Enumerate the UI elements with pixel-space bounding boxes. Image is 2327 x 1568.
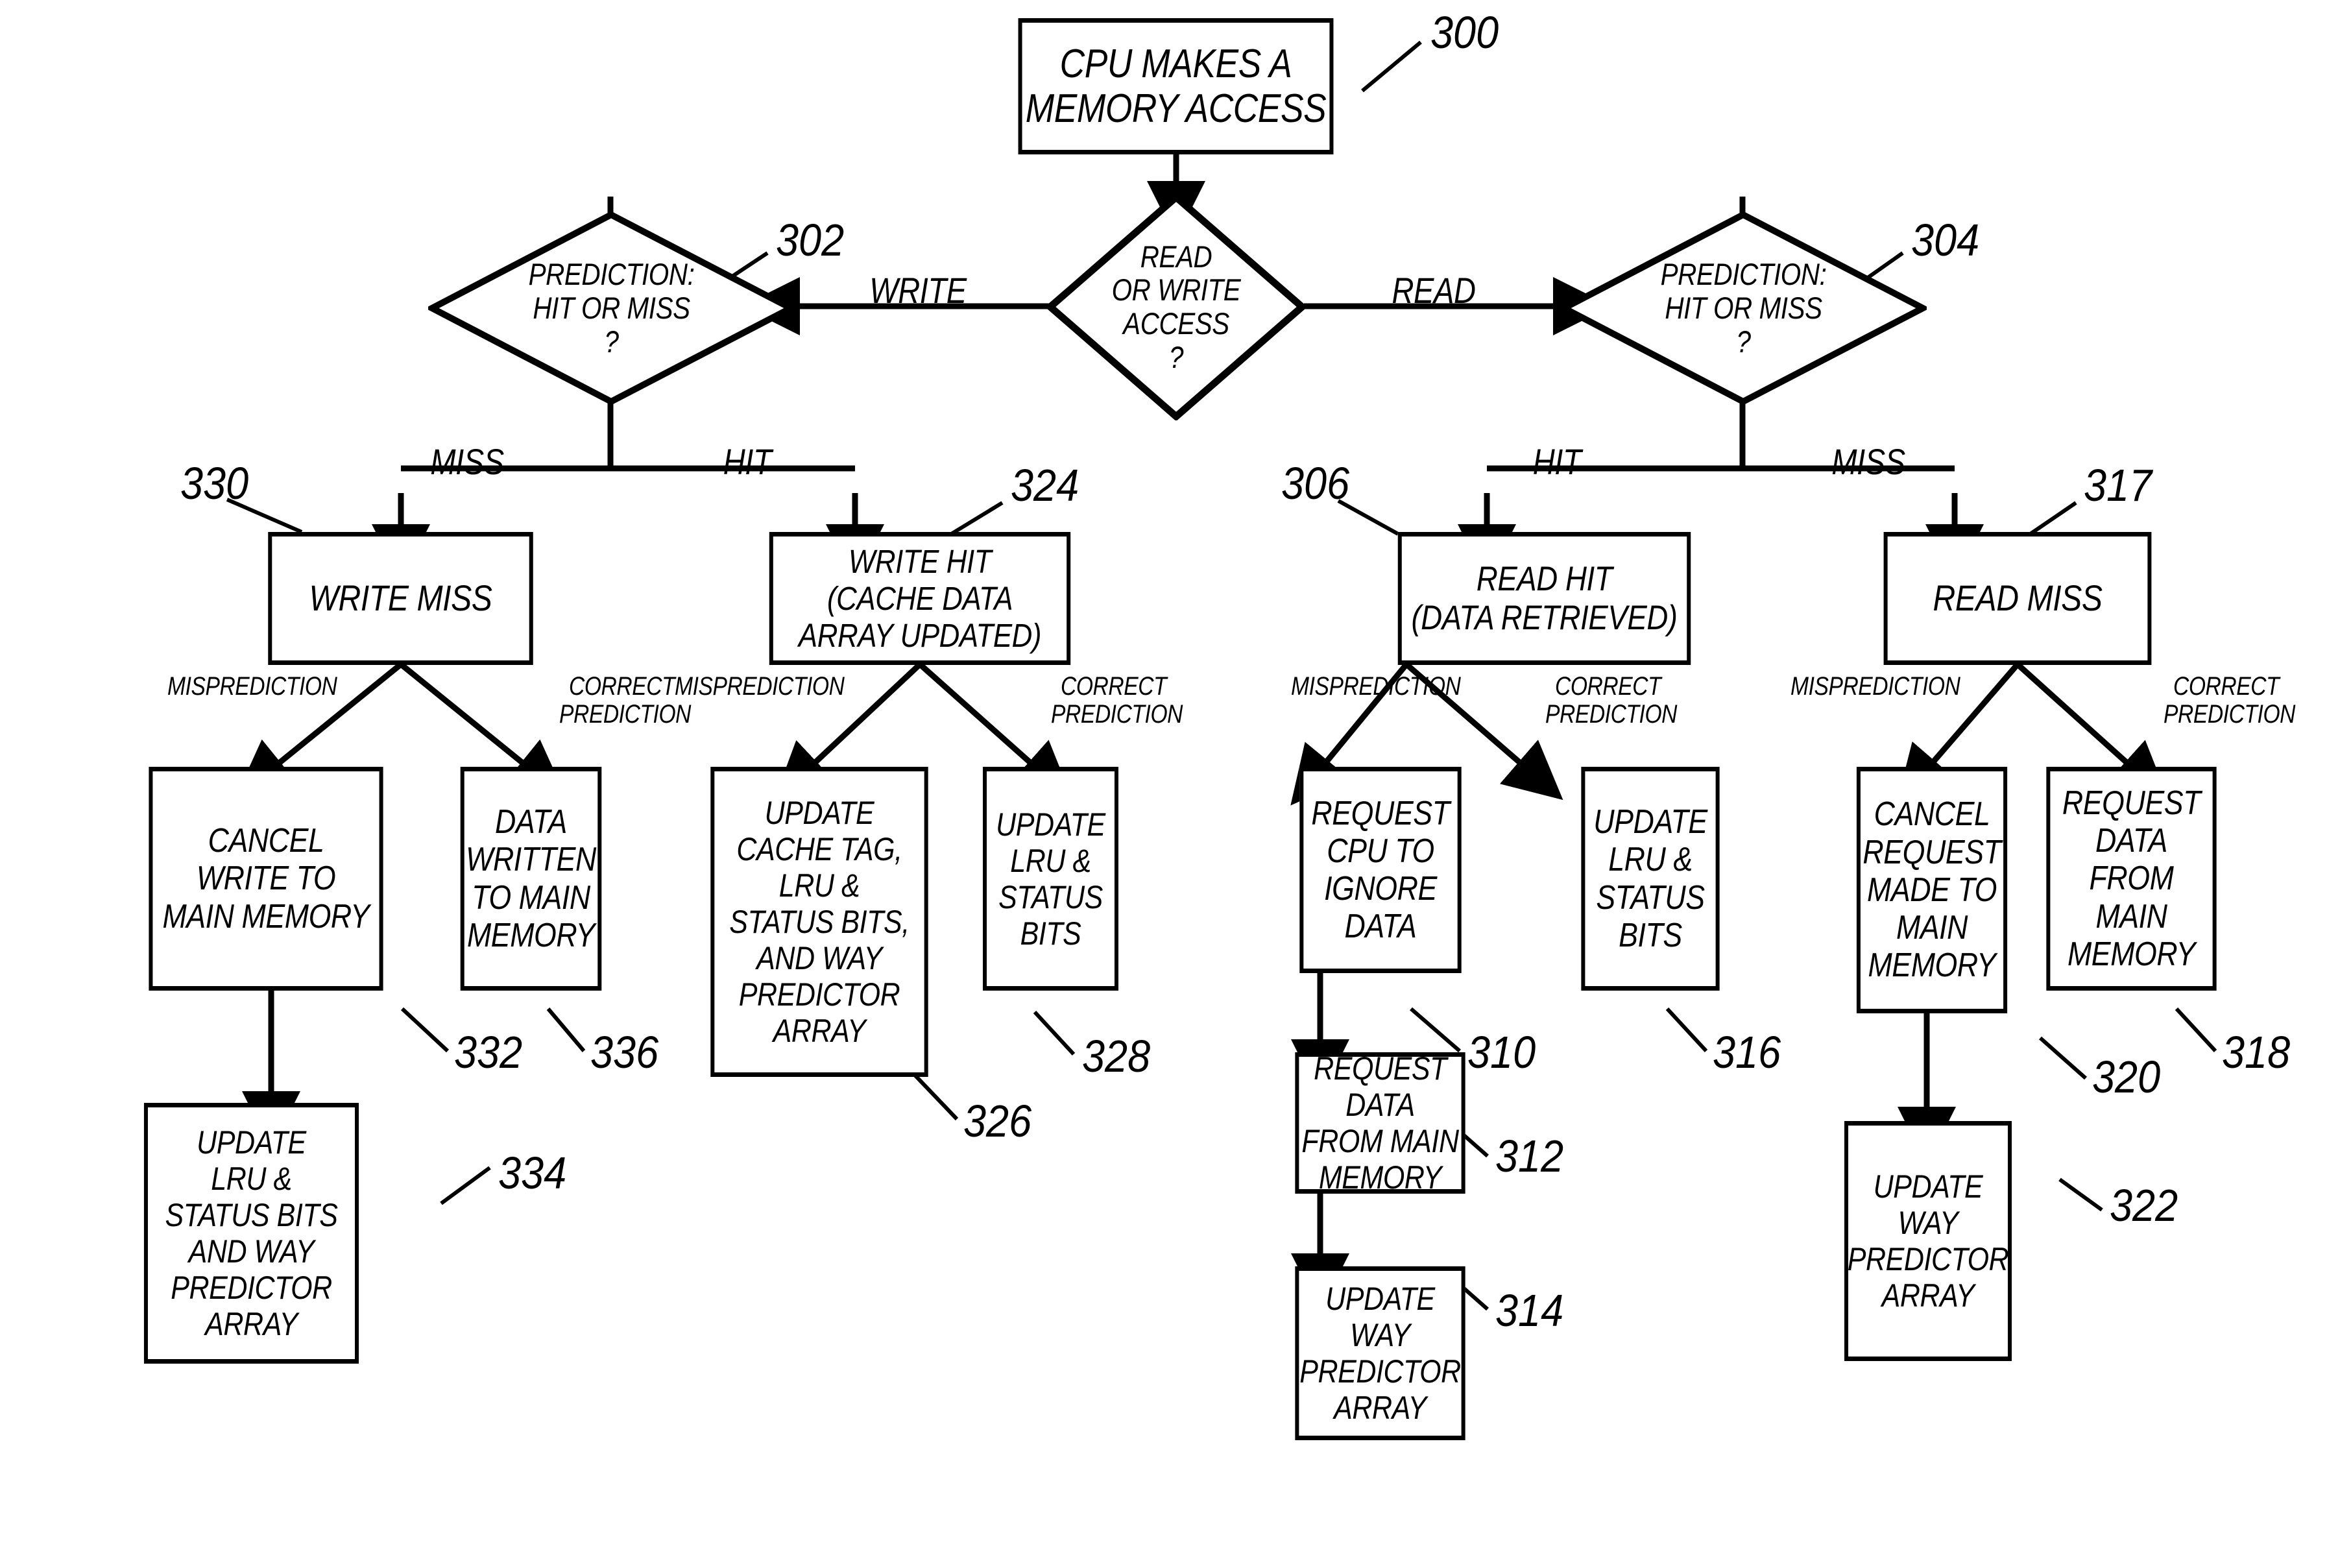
edge-label-read: READ: [1392, 270, 1476, 311]
ref-number-322: 322: [2110, 1180, 2178, 1231]
node-310-request-cpu-to-ignore-data: REQUEST CPU TO IGNORE DATA: [1299, 767, 1462, 973]
edge-label-misprediction-read-hit: MISPREDICTION: [1291, 672, 1461, 701]
ref-number-330: 330: [180, 458, 249, 509]
node-317-read-miss: READ MISS: [1883, 532, 2152, 665]
node-336-data-written-to-main-memory: DATA WRITTEN TO MAIN MEMORY: [460, 767, 602, 991]
edge-label-correct-prediction-read-miss: CORRECT PREDICTION: [2164, 672, 2296, 729]
ref-number-334: 334: [498, 1148, 567, 1198]
edge-label-hit-write-branch: HIT: [723, 441, 772, 482]
node-300-cpu-makes-memory-access: CPU MAKES A MEMORY ACCESS: [1018, 18, 1334, 154]
node-322-update-way-predictor-array-read-miss: UPDATE WAY PREDICTOR ARRAY: [1844, 1121, 2012, 1361]
edge-label-write: WRITE: [869, 270, 967, 311]
ref-number-310: 310: [1467, 1027, 1536, 1078]
node-314-update-way-predictor-array-read: UPDATE WAY PREDICTOR ARRAY: [1295, 1266, 1465, 1440]
node-312-request-data-from-main-memory-read: REQUEST DATA FROM MAIN MEMORY: [1295, 1050, 1465, 1196]
ref-number-300: 300: [1430, 7, 1499, 58]
ref-number-332: 332: [454, 1027, 523, 1078]
node-326-update-cache-tag-lru-status-way-predictor: UPDATE CACHE TAG, LRU & STATUS BITS, AND…: [710, 767, 928, 1077]
node-324-write-hit: WRITE HIT (CACHE DATA ARRAY UPDATED): [769, 532, 1071, 665]
node-318-request-data-from-main-memory: REQUEST DATA FROM MAIN MEMORY: [2046, 767, 2217, 991]
ref-number-336: 336: [590, 1027, 659, 1078]
ref-number-320: 320: [2092, 1052, 2161, 1102]
ref-number-302: 302: [776, 215, 845, 265]
edge-label-correct-prediction-read-hit: CORRECT PREDICTION: [1545, 672, 1678, 729]
edge-label-misprediction-read-miss: MISPREDICTION: [1790, 672, 1960, 701]
ref-number-312: 312: [1495, 1131, 1564, 1181]
ref-number-314: 314: [1495, 1285, 1564, 1336]
edge-label-hit-read-branch: HIT: [1532, 441, 1582, 482]
ref-number-326: 326: [963, 1096, 1032, 1146]
flowchart-canvas: CPU MAKES A MEMORY ACCESS 300 READ OR WR…: [0, 0, 2327, 1568]
ref-number-306: 306: [1281, 458, 1350, 509]
node-read-or-write-access-decision: READ OR WRITE ACCESS ?: [1046, 193, 1306, 420]
node-328-update-lru-status-bits-write: UPDATE LRU & STATUS BITS: [983, 767, 1118, 991]
ref-number-316: 316: [1713, 1027, 1781, 1078]
node-330-write-miss: WRITE MISS: [268, 532, 533, 665]
ref-number-317: 317: [2084, 460, 2152, 511]
ref-number-328: 328: [1082, 1031, 1151, 1081]
ref-number-318: 318: [2222, 1027, 2291, 1078]
edge-label-misprediction-write-hit: MISPREDICTION: [675, 672, 845, 701]
ref-number-304: 304: [1911, 215, 1980, 265]
node-302-label: PREDICTION: HIT OR MISS ?: [528, 257, 695, 359]
edge-label-miss-read-branch: MISS: [1831, 441, 1905, 482]
node-read-or-write-label: READ OR WRITE ACCESS ?: [1111, 239, 1241, 374]
edge-label-correct-prediction-write-miss: CORRECT PREDICTION: [559, 672, 692, 729]
edge-label-correct-prediction-write-hit: CORRECT PREDICTION: [1051, 672, 1183, 729]
node-316-update-lru-status-bits-read: UPDATE LRU & STATUS BITS: [1581, 767, 1720, 991]
ref-number-324: 324: [1011, 460, 1079, 511]
node-320-cancel-request-made-to-main-memory: CANCEL REQUEST MADE TO MAIN MEMORY: [1856, 767, 2008, 1013]
node-332-cancel-write-to-main-memory: CANCEL WRITE TO MAIN MEMORY: [149, 767, 383, 991]
edge-label-misprediction-write-miss: MISPREDICTION: [167, 672, 337, 701]
node-304-read-prediction-decision: PREDICTION: HIT OR MISS ?: [1560, 211, 1927, 405]
node-334-update-lru-status-bits-and-way-predictor-array: UPDATE LRU & STATUS BITS AND WAY PREDICT…: [143, 1103, 359, 1364]
node-302-write-prediction-decision: PREDICTION: HIT OR MISS ?: [428, 211, 795, 405]
node-304-label: PREDICTION: HIT OR MISS ?: [1660, 257, 1827, 359]
edge-label-miss-write-branch: MISS: [430, 441, 504, 482]
node-306-read-hit: READ HIT (DATA RETRIEVED): [1397, 532, 1691, 665]
